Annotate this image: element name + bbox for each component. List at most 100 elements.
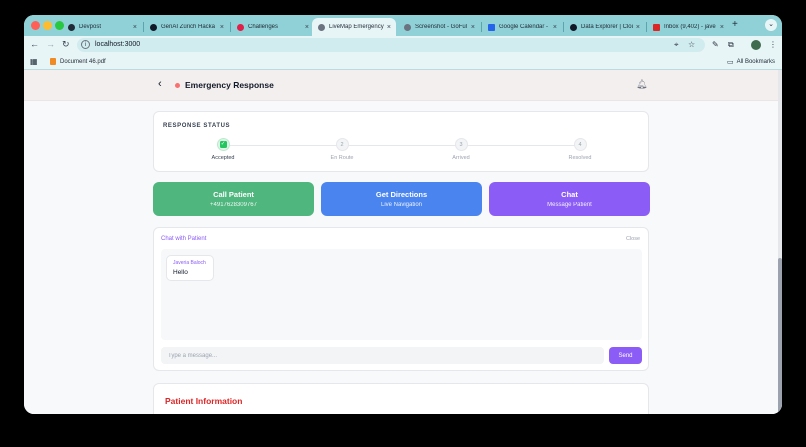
browser-tab[interactable]: Inbox (9,402) - jave ×	[647, 18, 729, 36]
tab-close-icon[interactable]: ×	[133, 24, 137, 31]
step-accepted: ✓ Accepted	[193, 138, 253, 161]
bookmark-label: Document 46.pdf	[60, 58, 106, 65]
minimize-window-button[interactable]	[43, 21, 52, 30]
kebab-menu-icon[interactable]: ⋮	[769, 40, 777, 49]
calendar-favicon-icon	[488, 23, 495, 31]
page-viewport: ‹ Emergency Response 🔔︎ RESPONSE STATUS …	[24, 70, 782, 414]
status-dot-icon	[175, 83, 180, 88]
status-title: RESPONSE STATUS	[163, 123, 231, 129]
step-arrived: 3 Arrived	[431, 138, 491, 161]
reload-icon[interactable]: ↻	[62, 39, 70, 50]
tab-title: LiveMap Emergency	[329, 24, 384, 30]
call-patient-button[interactable]: Call Patient +4917628309767	[153, 182, 314, 216]
challenges-favicon-icon	[237, 23, 244, 31]
tab-search-button[interactable]: ⌄	[765, 19, 777, 31]
step-circle: ✓	[216, 138, 230, 151]
data-explorer-favicon-icon	[570, 23, 577, 31]
check-icon: ✓	[219, 140, 227, 148]
tab-title: Data Explorer | Clou	[581, 24, 633, 30]
browser-window: Devpost × GenAI Zürich Hacka × Challenge…	[24, 15, 782, 414]
chat-card: Chat with Patient Close Javeria Baloch H…	[153, 227, 649, 371]
tab-title: Devpost	[79, 24, 102, 30]
step-number: 4	[573, 138, 587, 151]
call-patient-label: Call Patient	[213, 190, 254, 199]
tab-strip: Devpost × GenAI Zürich Hacka × Challenge…	[24, 15, 782, 36]
bookmark-item[interactable]: Document 46.pdf	[50, 58, 106, 65]
step-label: Accepted	[211, 155, 235, 161]
patient-info-card: Patient Information	[153, 383, 649, 414]
browser-tab[interactable]: Devpost ×	[62, 18, 142, 36]
patient-phone: +4917628309767	[210, 202, 257, 208]
genai-favicon-icon	[150, 23, 157, 31]
page-scrollbar[interactable]	[778, 70, 782, 414]
send-button[interactable]: Send	[609, 347, 642, 364]
message-sender: Javeria Baloch	[173, 260, 206, 266]
bookmarks-bar: ▦ Document 46.pdf ▭ All Bookmarks	[24, 55, 782, 70]
response-status-card: RESPONSE STATUS ✓ Accepted 2 En Route 3 …	[153, 111, 649, 172]
scrollbar-thumb[interactable]	[778, 258, 782, 414]
step-number: 2	[335, 138, 349, 151]
message-input[interactable]	[161, 347, 604, 364]
tab-close-icon[interactable]: ×	[720, 24, 724, 31]
extensions-puzzle-icon[interactable]: ⧉	[728, 40, 734, 50]
forward-arrow-icon[interactable]: →	[46, 39, 55, 49]
app-header: ‹ Emergency Response 🔔︎	[24, 70, 778, 101]
tab-close-icon[interactable]: ×	[471, 24, 475, 31]
browser-tab[interactable]: Challenges ×	[231, 18, 314, 36]
chat-close-button[interactable]: Close	[626, 236, 640, 242]
chat-message: Javeria Baloch Hello	[166, 255, 214, 281]
tab-close-icon[interactable]: ×	[387, 24, 391, 31]
back-arrow-icon[interactable]: ←	[30, 39, 39, 49]
browser-toolbar: ← → ↻ i localhost:3000 ⌖ ☆ ✎ ⧉ ⋮	[24, 36, 782, 55]
tab-close-icon[interactable]: ×	[305, 24, 309, 31]
step-resolved: 4 Resolved	[550, 138, 610, 161]
bell-icon[interactable]: 🔔︎	[636, 79, 647, 90]
browser-tab[interactable]: GenAI Zürich Hacka ×	[144, 18, 229, 36]
get-directions-label: Get Directions	[375, 190, 428, 199]
profile-avatar[interactable]	[751, 40, 761, 50]
all-bookmarks-button[interactable]: ▭ All Bookmarks	[727, 58, 775, 66]
location-pin-icon[interactable]: ⌖	[674, 40, 679, 50]
browser-tab[interactable]: Data Explorer | Clou ×	[564, 18, 645, 36]
browser-tab-active[interactable]: LiveMap Emergency ×	[312, 18, 396, 36]
screenshot-favicon-icon	[404, 23, 411, 31]
tab-close-icon[interactable]: ×	[220, 24, 224, 31]
page-title: Emergency Response	[185, 80, 274, 90]
message-text: Hello	[173, 269, 188, 276]
tab-title: Google Calendar - V	[499, 24, 550, 30]
url-text[interactable]: localhost:3000	[95, 41, 140, 48]
close-window-button[interactable]	[31, 21, 40, 30]
step-en-route: 2 En Route	[312, 138, 372, 161]
browser-tab[interactable]: Google Calendar - V ×	[482, 18, 562, 36]
address-bar[interactable]: i localhost:3000 ⌖ ☆	[77, 38, 705, 52]
bookmark-star-icon[interactable]: ☆	[688, 40, 695, 49]
tab-close-icon[interactable]: ×	[553, 24, 557, 31]
get-directions-button[interactable]: Get Directions Live Navigation	[321, 182, 482, 216]
apps-grid-icon[interactable]: ▦	[30, 57, 38, 66]
chat-button[interactable]: Chat Message Patient	[489, 182, 650, 216]
step-label: En Route	[330, 155, 354, 161]
back-chevron-icon[interactable]: ‹	[158, 78, 162, 90]
tab-title: GenAI Zürich Hacka	[161, 24, 216, 30]
tab-title: Screenshot - GoFul	[415, 24, 468, 30]
browser-tab[interactable]: Screenshot - GoFul ×	[398, 18, 480, 36]
live-navigation-label: Live Navigation	[380, 202, 423, 208]
step-number: 3	[454, 138, 468, 151]
devpost-favicon-icon	[68, 23, 75, 31]
tab-title: Challenges	[248, 24, 279, 30]
progress-line	[223, 145, 580, 146]
chat-title: Chat with Patient	[161, 236, 207, 242]
new-tab-button[interactable]: +	[732, 19, 738, 30]
site-info-icon[interactable]: i	[81, 40, 90, 49]
chat-messages[interactable]: Javeria Baloch Hello	[161, 249, 642, 340]
all-bookmarks-label: All Bookmarks	[736, 59, 775, 65]
pdf-icon	[50, 58, 56, 65]
globe-icon	[318, 23, 325, 31]
tab-close-icon[interactable]: ×	[636, 24, 640, 31]
extension-pen-icon[interactable]: ✎	[712, 40, 719, 49]
patient-info-title: Patient Information	[165, 396, 243, 406]
step-label: Arrived	[452, 155, 470, 161]
step-label: Resolved	[568, 155, 592, 161]
chat-label: Chat	[561, 190, 578, 199]
tab-title: Inbox (9,402) - jave	[664, 24, 716, 30]
